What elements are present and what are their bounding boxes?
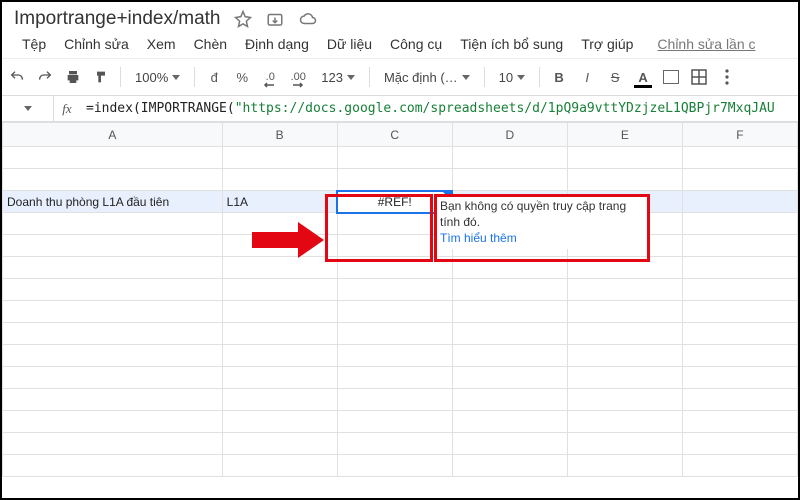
row-8[interactable] — [3, 301, 798, 323]
row-3[interactable]: Doanh thu phòng L1A đầu tiên L1A #REF! — [3, 191, 798, 213]
fx-label: fx — [54, 101, 80, 117]
increase-decimal-button[interactable]: .00 — [289, 68, 307, 86]
cell-A3[interactable]: Doanh thu phòng L1A đầu tiên — [3, 191, 223, 213]
menu-addons[interactable]: Tiện ích bổ sung — [460, 36, 563, 52]
undo-icon[interactable] — [8, 68, 26, 86]
column-header-B[interactable]: B — [222, 123, 337, 147]
formula-input[interactable]: =index(IMPORTRANGE("https://docs.google.… — [80, 101, 798, 116]
zoom-value: 100% — [135, 70, 168, 85]
fill-color-icon — [663, 70, 679, 84]
cell-B3[interactable]: L1A — [222, 191, 337, 213]
menu-data[interactable]: Dữ liệu — [327, 36, 372, 52]
column-header-E[interactable]: E — [567, 123, 682, 147]
row-2[interactable] — [3, 169, 798, 191]
caret-down-icon — [172, 75, 180, 80]
bold-button[interactable]: B — [550, 68, 568, 86]
caret-down-icon — [24, 106, 32, 111]
row-6[interactable] — [3, 257, 798, 279]
toolbar: 100% đ % .0 .00 123 Mặc định (… 10 B I S… — [2, 58, 798, 96]
menu-edit[interactable]: Chỉnh sửa — [64, 36, 129, 52]
row-1[interactable] — [3, 147, 798, 169]
name-box[interactable] — [2, 96, 54, 121]
toolbar-separator — [369, 67, 370, 87]
caret-down-icon — [462, 75, 470, 80]
row-13[interactable] — [3, 411, 798, 433]
format-percent-button[interactable]: % — [233, 68, 251, 86]
document-title[interactable]: Importrange+index/math — [14, 8, 220, 30]
toolbar-more-icon[interactable] — [718, 68, 736, 86]
print-icon[interactable] — [64, 68, 82, 86]
text-color-button[interactable]: A — [634, 68, 652, 86]
paint-format-icon[interactable] — [92, 68, 110, 86]
error-tooltip: Bạn không có quyền truy cập trang tính đ… — [436, 196, 648, 249]
error-tooltip-message: Bạn không có quyền truy cập trang tính đ… — [440, 199, 626, 229]
formula-bar: fx =index(IMPORTRANGE("https://docs.goog… — [2, 96, 798, 122]
caret-down-icon — [517, 75, 525, 80]
row-4[interactable] — [3, 213, 798, 235]
row-11[interactable] — [3, 367, 798, 389]
menu-bar: Tệp Chỉnh sửa Xem Chèn Định dạng Dữ liệu… — [2, 32, 798, 58]
row-10[interactable] — [3, 345, 798, 367]
cell-F3[interactable] — [682, 191, 797, 213]
caret-down-icon — [347, 75, 355, 80]
row-14[interactable] — [3, 433, 798, 455]
zoom-dropdown[interactable]: 100% — [131, 68, 184, 87]
fill-color-button[interactable] — [662, 68, 680, 86]
italic-button[interactable]: I — [578, 68, 596, 86]
document-title-bar: Importrange+index/math — [2, 2, 798, 32]
more-formats-dropdown[interactable]: 123 — [317, 68, 359, 87]
strikethrough-button[interactable]: S — [606, 68, 624, 86]
decrease-decimal-button[interactable]: .0 — [261, 68, 279, 86]
spreadsheet-grid[interactable]: A B C D E F Doanh thu phòng L1A đầu tiên… — [2, 122, 798, 477]
cell-C3-value: #REF! — [378, 195, 412, 209]
last-edit-link[interactable]: Chỉnh sửa lần c — [657, 36, 755, 52]
font-family-dropdown[interactable]: Mặc định (… — [380, 68, 474, 87]
row-7[interactable] — [3, 279, 798, 301]
row-9[interactable] — [3, 323, 798, 345]
column-header-D[interactable]: D — [452, 123, 567, 147]
menu-insert[interactable]: Chèn — [194, 36, 227, 52]
star-icon[interactable] — [234, 10, 252, 28]
menu-file[interactable]: Tệp — [22, 36, 46, 52]
column-header-F[interactable]: F — [682, 123, 797, 147]
error-tooltip-link[interactable]: Tìm hiểu thêm — [440, 231, 517, 245]
column-header-row: A B C D E F — [3, 123, 798, 147]
row-12[interactable] — [3, 389, 798, 411]
format-currency-button[interactable]: đ — [205, 68, 223, 86]
font-size-dropdown[interactable]: 10 — [495, 68, 529, 87]
menu-tools[interactable]: Công cụ — [390, 36, 442, 52]
row-15[interactable] — [3, 455, 798, 477]
menu-format[interactable]: Định dạng — [245, 36, 309, 52]
formula-prefix: =index(IMPORTRANGE( — [86, 101, 235, 116]
redo-icon[interactable] — [36, 68, 54, 86]
move-icon[interactable] — [266, 10, 284, 28]
borders-button[interactable] — [690, 68, 708, 86]
column-header-A[interactable]: A — [3, 123, 223, 147]
row-5[interactable] — [3, 235, 798, 257]
column-header-C[interactable]: C — [337, 123, 452, 147]
toolbar-separator — [484, 67, 485, 87]
toolbar-separator — [120, 67, 121, 87]
toolbar-separator — [539, 67, 540, 87]
menu-help[interactable]: Trợ giúp — [581, 36, 633, 52]
toolbar-separator — [194, 67, 195, 87]
menu-view[interactable]: Xem — [147, 36, 176, 52]
formula-url: "https://docs.google.com/spreadsheets/d/… — [235, 101, 775, 116]
cloud-status-icon[interactable] — [298, 10, 318, 28]
